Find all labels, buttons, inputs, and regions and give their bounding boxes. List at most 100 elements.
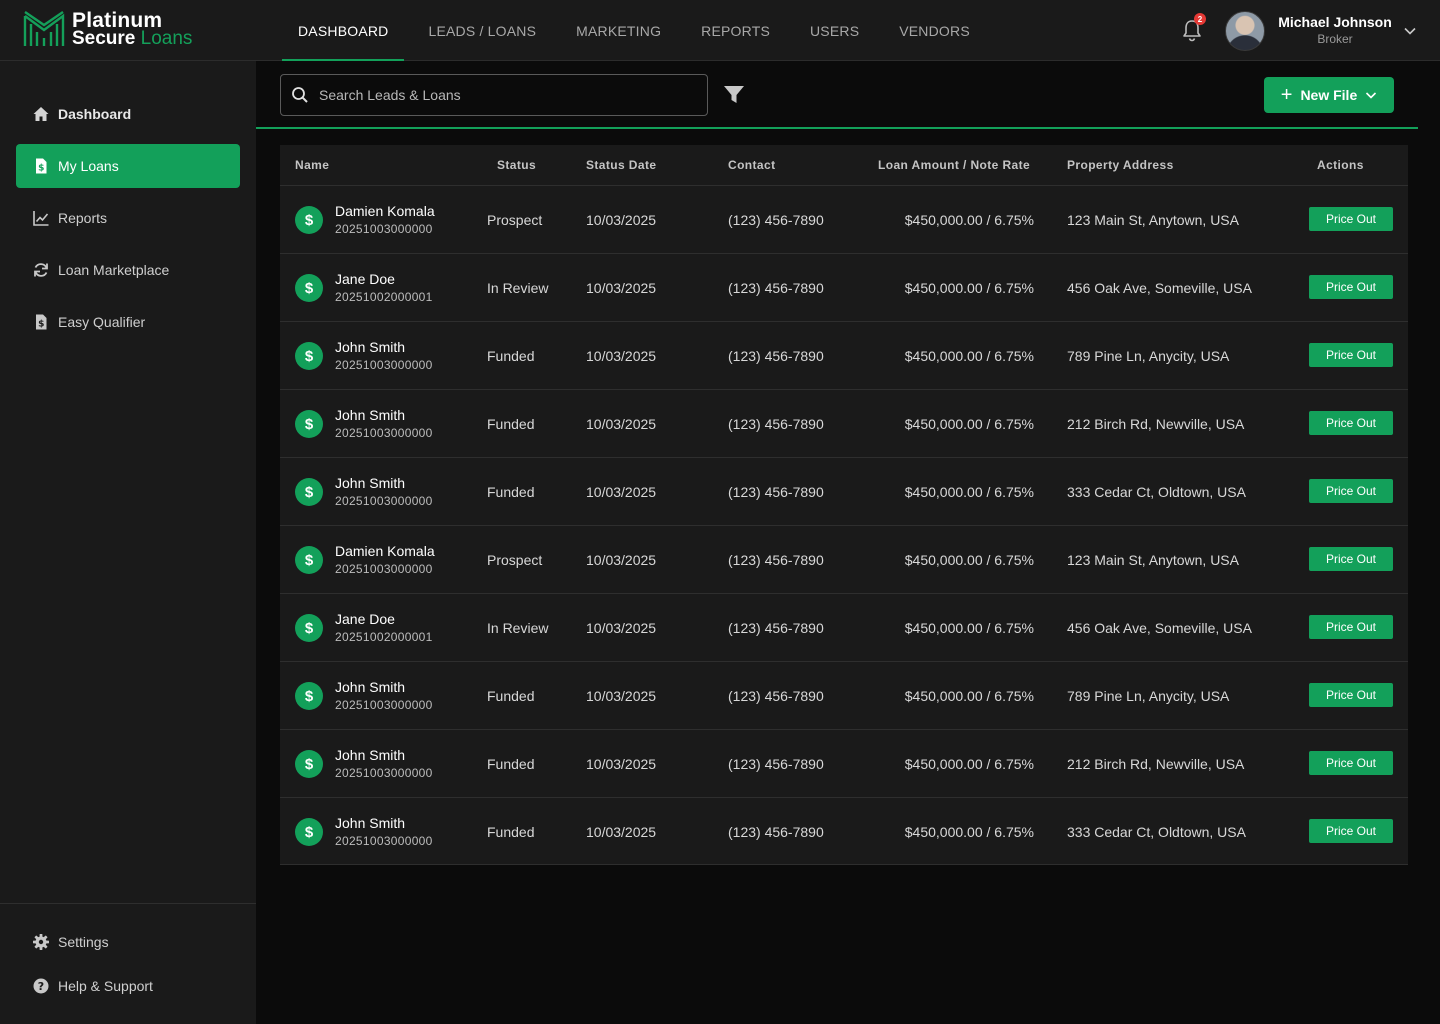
- sidebar-item-settings[interactable]: Settings: [16, 920, 240, 964]
- notifications-button[interactable]: 2: [1180, 13, 1206, 44]
- table-row[interactable]: $ John Smith 20251003000000 Funded 10/03/202…: [280, 729, 1408, 797]
- price-out-button[interactable]: Price Out: [1309, 819, 1393, 843]
- table-row[interactable]: $ John Smith 20251003000000 Funded 10/03/202…: [280, 661, 1408, 729]
- property-address: 212 Birch Rd, Newville, USA: [1067, 416, 1245, 432]
- table-body: $ Damien Komala 20251003000000 Prospect 10/0…: [280, 185, 1408, 865]
- sidebar-item-label: Help & Support: [58, 978, 153, 994]
- property-address: 333 Cedar Ct, Oldtown, USA: [1067, 824, 1246, 840]
- column-header-property-address[interactable]: Property Address: [1067, 158, 1174, 172]
- main-nav: DASHBOARD LEADS / LOANS MARKETING REPORT…: [278, 0, 990, 61]
- sidebar-item-easy-qualifier[interactable]: $ Easy Qualifier: [16, 300, 240, 344]
- borrower-name[interactable]: John Smith: [335, 747, 405, 763]
- contact-phone: (123) 456-7890: [728, 824, 824, 840]
- nav-reports[interactable]: REPORTS: [681, 0, 790, 61]
- top-bar: Platinum Secure Loans DASHBOARD LEADS / …: [0, 0, 1440, 61]
- contact-phone: (123) 456-7890: [728, 552, 824, 568]
- loan-amount-rate: $450,000.00 / 6.75%: [904, 688, 1034, 704]
- user-menu[interactable]: Michael Johnson Broker: [1272, 13, 1398, 48]
- logo-mark-icon: [23, 11, 65, 46]
- brand-line2: Secure Loans: [72, 29, 192, 48]
- document-dollar-icon: $: [32, 157, 50, 175]
- nav-users[interactable]: USERS: [790, 0, 879, 61]
- property-address: 212 Birch Rd, Newville, USA: [1067, 756, 1245, 772]
- dollar-icon: $: [295, 614, 323, 642]
- document-dollar-icon: $: [32, 313, 50, 331]
- column-header-loan-amount[interactable]: Loan Amount / Note Rate: [878, 158, 1030, 172]
- borrower-name[interactable]: John Smith: [335, 407, 405, 423]
- borrower-name[interactable]: Damien Komala: [335, 543, 435, 559]
- borrower-name[interactable]: John Smith: [335, 815, 405, 831]
- price-out-button[interactable]: Price Out: [1309, 615, 1393, 639]
- avatar[interactable]: [1225, 11, 1265, 51]
- sidebar-item-loan-marketplace[interactable]: Loan Marketplace: [16, 248, 240, 292]
- table-row[interactable]: $ Damien Komala 20251003000000 Prospect 10/0…: [280, 525, 1408, 593]
- property-address: 456 Oak Ave, Someville, USA: [1067, 280, 1252, 296]
- user-role: Broker: [1317, 32, 1353, 46]
- nav-marketing[interactable]: MARKETING: [556, 0, 681, 61]
- status-date: 10/03/2025: [586, 620, 657, 636]
- price-out-button[interactable]: Price Out: [1309, 751, 1393, 775]
- property-address: 789 Pine Ln, Anycity, USA: [1067, 348, 1230, 364]
- price-out-button[interactable]: Price Out: [1309, 547, 1393, 571]
- status-date: 10/03/2025: [586, 756, 657, 772]
- nav-vendors[interactable]: VENDORS: [879, 0, 990, 61]
- svg-text:$: $: [38, 320, 44, 330]
- borrower-name[interactable]: Damien Komala: [335, 203, 435, 219]
- chevron-down-icon[interactable]: [1403, 24, 1417, 38]
- sidebar-divider: [0, 903, 256, 904]
- column-header-name[interactable]: Name: [295, 158, 329, 172]
- filter-icon[interactable]: [723, 84, 745, 106]
- sidebar-item-label: Dashboard: [58, 106, 132, 122]
- new-file-button[interactable]: + New File: [1264, 77, 1394, 113]
- borrower-name[interactable]: John Smith: [335, 475, 405, 491]
- column-header-status[interactable]: Status: [497, 158, 536, 172]
- loan-status: Funded: [487, 484, 535, 500]
- property-address: 123 Main St, Anytown, USA: [1067, 212, 1239, 228]
- loan-status: Funded: [487, 824, 535, 840]
- table-row[interactable]: $ John Smith 20251003000000 Funded 10/03/202…: [280, 389, 1408, 457]
- loan-amount-rate: $450,000.00 / 6.75%: [904, 348, 1034, 364]
- dollar-icon: $: [295, 206, 323, 234]
- sidebar-item-dashboard[interactable]: Dashboard: [16, 92, 240, 136]
- loan-status: Funded: [487, 348, 535, 364]
- sidebar-item-help-support[interactable]: ? Help & Support: [16, 964, 240, 1008]
- price-out-button[interactable]: Price Out: [1309, 479, 1393, 503]
- gear-icon: [32, 933, 50, 951]
- borrower-name[interactable]: John Smith: [335, 339, 405, 355]
- loan-id: 20251003000000: [335, 766, 433, 780]
- nav-leads-loans[interactable]: LEADS / LOANS: [408, 0, 556, 61]
- search-box[interactable]: [280, 74, 708, 116]
- loan-id: 20251002000001: [335, 290, 433, 304]
- table-row[interactable]: $ Jane Doe 20251002000001 In Review 10/03/20…: [280, 253, 1408, 321]
- nav-dashboard[interactable]: DASHBOARD: [278, 0, 408, 61]
- table-row[interactable]: $ John Smith 20251003000000 Funded 10/03/202…: [280, 457, 1408, 525]
- table-row[interactable]: $ John Smith 20251003000000 Funded 10/03/202…: [280, 797, 1408, 865]
- price-out-button[interactable]: Price Out: [1309, 343, 1393, 367]
- price-out-button[interactable]: Price Out: [1309, 275, 1393, 299]
- sidebar-item-my-loans[interactable]: $ My Loans: [16, 144, 240, 188]
- contact-phone: (123) 456-7890: [728, 280, 824, 296]
- borrower-name[interactable]: Jane Doe: [335, 611, 395, 627]
- search-input[interactable]: [319, 87, 699, 103]
- status-date: 10/03/2025: [586, 348, 657, 364]
- table-row[interactable]: $ Damien Komala 20251003000000 Prospect 10/0…: [280, 185, 1408, 253]
- price-out-button[interactable]: Price Out: [1309, 411, 1393, 435]
- svg-text:?: ?: [38, 980, 44, 993]
- search-icon: [292, 87, 308, 103]
- status-date: 10/03/2025: [586, 824, 657, 840]
- brand-logo[interactable]: Platinum Secure Loans: [22, 10, 192, 50]
- borrower-name[interactable]: John Smith: [335, 679, 405, 695]
- column-header-contact[interactable]: Contact: [728, 158, 775, 172]
- new-file-label: New File: [1300, 87, 1358, 103]
- table-row[interactable]: $ Jane Doe 20251002000001 In Review 10/03/20…: [280, 593, 1408, 661]
- borrower-name[interactable]: Jane Doe: [335, 271, 395, 287]
- price-out-button[interactable]: Price Out: [1309, 683, 1393, 707]
- sidebar-item-reports[interactable]: Reports: [16, 196, 240, 240]
- column-header-status-date[interactable]: Status Date: [586, 158, 656, 172]
- notification-badge: 2: [1194, 13, 1206, 25]
- loan-amount-rate: $450,000.00 / 6.75%: [904, 416, 1034, 432]
- loan-id: 20251003000000: [335, 426, 433, 440]
- loan-status: Prospect: [487, 552, 543, 568]
- price-out-button[interactable]: Price Out: [1309, 207, 1393, 231]
- table-row[interactable]: $ John Smith 20251003000000 Funded 10/03/202…: [280, 321, 1408, 389]
